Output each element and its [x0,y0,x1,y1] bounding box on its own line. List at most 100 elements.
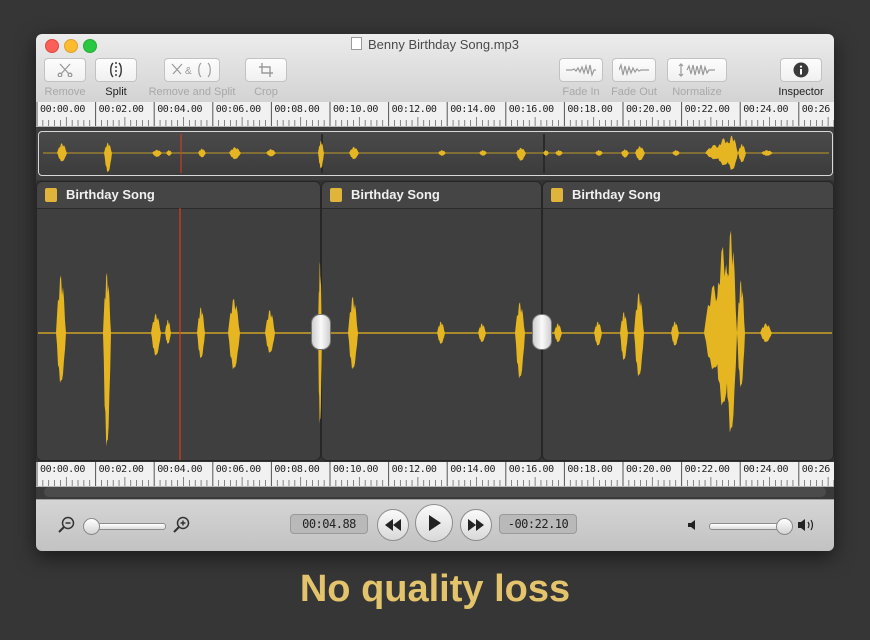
time-ruler-bottom[interactable]: 00:00.00 00:02.00 00:04.00 00:06.00 00:08.00… [36,462,834,487]
remove-and-split-button[interactable]: & Remove and Split [146,58,238,98]
waveform-burst [515,302,525,379]
zoom-slider-knob[interactable] [83,518,100,535]
waveform-burst [554,323,562,343]
waveform-burst [151,313,161,356]
ruler-top-tick-label: 00:26 [801,104,831,115]
remove-button-frame[interactable] [44,58,86,82]
overview-burst [726,135,738,170]
fade-out-label: Fade Out [611,86,657,98]
ruler-bottom-tick-label: 00:14.00 [450,464,496,475]
volume-slider-knob[interactable] [776,518,793,535]
overview-burst [516,147,526,161]
waveform-burst [228,298,240,370]
ruler-bottom-tick-label: 00:24.00 [743,464,789,475]
crop-button-frame[interactable] [245,58,287,82]
fade-out-button-frame[interactable] [612,58,656,82]
ruler-bottom-tick-label: 00:18.00 [567,464,613,475]
track-area[interactable]: Birthday Song Birthday Song Birthday Son… [36,180,834,462]
remove-and-split-button-frame[interactable]: & [164,58,220,82]
fade-in-label: Fade In [562,86,600,98]
inspector-button-frame[interactable] [780,58,822,82]
ruler-bottom-tick-label: 00:00.00 [40,464,85,475]
overview-burst [555,150,563,156]
clip-boundary-handle[interactable] [532,314,552,350]
rewind-button[interactable] [377,509,409,541]
waveform-burst [165,319,171,344]
ruler-bottom-tick-label: 00:08.00 [274,464,320,475]
waveform-burst [437,321,445,344]
ruler-top-tick-label: 00:22.00 [684,104,730,115]
overview-burst [166,150,172,156]
title-bar: Benny Birthday Song.mp3 Remove Split & R… [36,34,834,103]
overview-burst [672,150,680,156]
normalize-button[interactable]: Normalize [666,58,728,98]
crop-button[interactable]: Crop [245,58,287,98]
volume-low-icon [688,520,695,530]
fast-forward-icon [468,519,484,531]
ruler-top-tick-label: 00:10.00 [333,104,378,115]
ruler-bottom-tick-label: 00:06.00 [215,464,261,475]
tagline: No quality loss [299,568,571,610]
ruler-top-tick-label: 00:00.00 [40,104,85,115]
waveform-burst [265,310,275,353]
ruler-top-tick-label: 00:08.00 [274,104,320,115]
overview-burst [266,149,276,157]
document-icon [350,37,362,50]
overview-burst [229,147,241,160]
overview-burst [438,150,446,156]
fade-in-button-frame[interactable] [559,58,603,82]
overview-burst [318,140,324,169]
waveform-burst [634,292,644,377]
crop-label: Crop [254,86,278,98]
split-button-frame[interactable] [95,58,137,82]
normalize-button-frame[interactable] [667,58,727,82]
ruler-top-tick-label: 00:16.00 [508,104,554,115]
inspector-label: Inspector [778,86,824,98]
overview-strip[interactable] [36,128,834,180]
crop-icon [259,63,273,77]
split-icon [110,62,122,78]
app-window: Benny Birthday Song.mp3 Remove Split & R… [36,34,834,551]
overview-burst [635,146,645,161]
fade-out-button[interactable]: Fade Out [610,58,658,98]
waveform-burst [620,311,628,361]
fade-out-icon [619,63,649,77]
time-ruler-top[interactable]: 00:00.00 00:02.00 00:04.00 00:06.00 00:08.00… [36,102,834,127]
ruler-bottom-tick-label: 00:22.00 [684,464,730,475]
overview-burst [595,150,603,156]
overview-burst [198,148,206,158]
overview-visible-range[interactable] [38,131,833,176]
remove-button[interactable]: Remove [44,58,86,98]
remove-and-split-icon: & [171,62,211,78]
waveform-burst [671,321,679,346]
zoom-out-icon[interactable] [58,516,76,534]
overview-burst [479,150,487,156]
waveform-burst [725,230,737,433]
waveform-burst [594,321,602,346]
ruler-bottom-tick-label: 00:04.00 [157,464,203,475]
fast-forward-button[interactable] [460,509,492,541]
window-title-container: Benny Birthday Song.mp3 [36,37,834,52]
play-button[interactable] [415,504,453,542]
ruler-bottom-tick-label: 00:26 [801,464,831,475]
fade-in-button[interactable]: Fade In [558,58,604,98]
overview-burst [761,150,773,156]
inspector-button[interactable]: Inspector [774,58,828,98]
overview-burst [104,142,112,173]
zoom-in-icon[interactable] [173,516,191,534]
info-icon [793,62,809,78]
remove-label: Remove [44,86,86,98]
ruler-bottom-tick-label: 00:20.00 [626,464,671,475]
ruler-top-tick-label: 00:14.00 [450,104,496,115]
remove-and-split-label: Remove and Split [148,86,236,98]
ruler-top-tick-label: 00:20.00 [626,104,671,115]
clip-boundary-handle[interactable] [311,314,331,350]
ruler-top-tick-label: 00:12.00 [391,104,437,115]
horizontal-scrollbar[interactable] [44,487,826,497]
window-title: Benny Birthday Song.mp3 [367,37,520,52]
remaining-time-display: -00:22.10 [499,514,577,534]
split-button[interactable]: Split [94,58,138,98]
waveform-burst [197,307,205,359]
ruler-top-tick-label: 00:24.00 [743,104,789,115]
waveform-burst [760,323,772,343]
